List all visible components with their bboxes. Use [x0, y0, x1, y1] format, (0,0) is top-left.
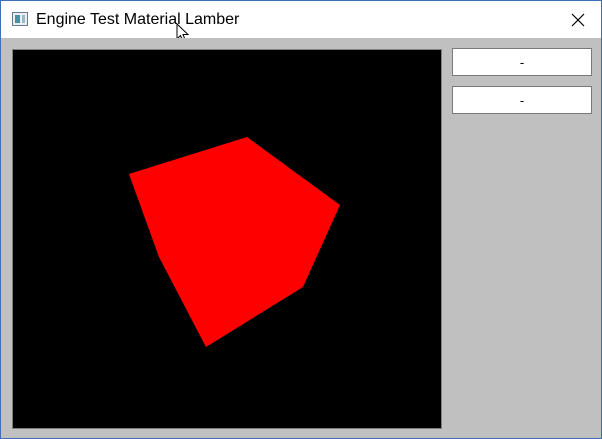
close-button[interactable] — [555, 1, 601, 38]
window-title: Engine Test Material Lamber — [36, 11, 240, 28]
close-icon — [571, 13, 585, 26]
app-window-icon — [12, 12, 28, 26]
side-button-2[interactable]: - — [452, 86, 592, 114]
client-area: - - — [1, 38, 601, 438]
application-window: Engine Test Material Lamber - - — [0, 0, 602, 439]
red-lambert-polyhedron — [129, 137, 340, 347]
render-viewport[interactable] — [12, 49, 442, 429]
side-button-1[interactable]: - — [452, 48, 592, 76]
rendered-mesh — [129, 137, 340, 347]
title-bar[interactable]: Engine Test Material Lamber — [1, 1, 601, 43]
